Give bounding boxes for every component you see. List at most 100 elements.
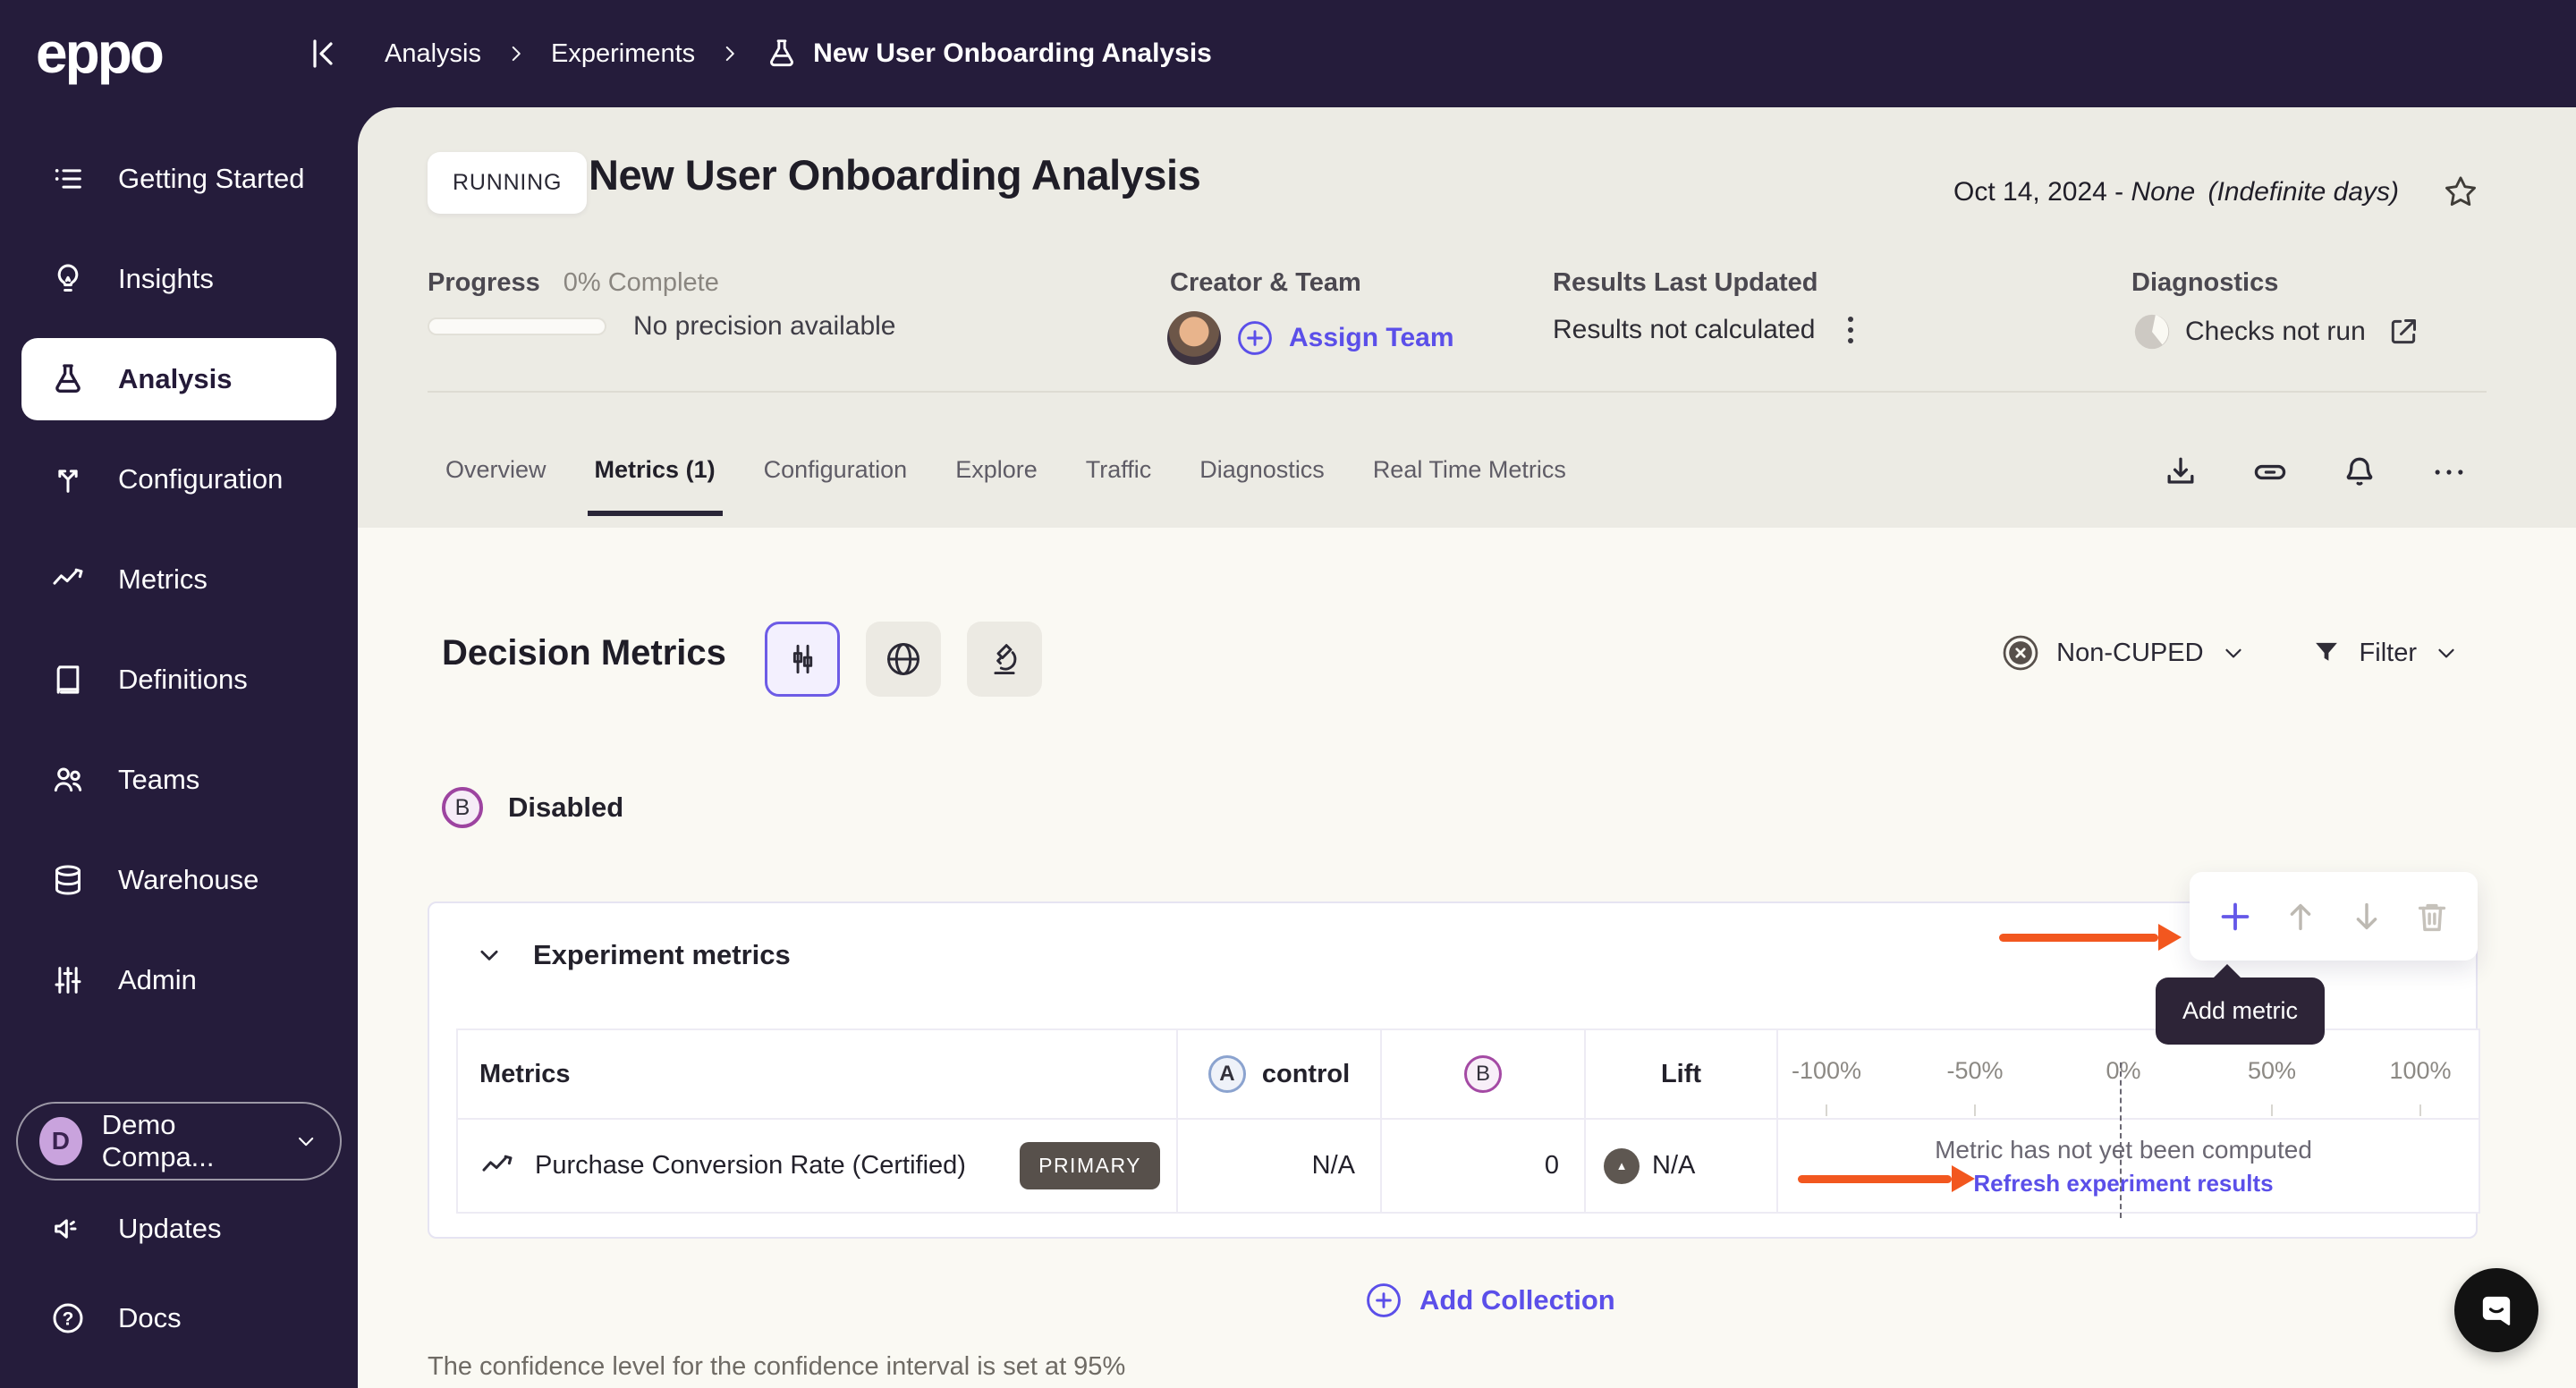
download-icon[interactable]: [2161, 453, 2200, 492]
move-up-button[interactable]: [2280, 896, 2321, 937]
breadcrumb-experiments[interactable]: Experiments: [551, 39, 695, 69]
star-icon[interactable]: [2440, 172, 2481, 213]
microscope-view-button[interactable]: [967, 622, 1042, 697]
axis-tick: [2271, 1104, 2273, 1116]
tab-configuration[interactable]: Configuration: [755, 445, 917, 516]
metric-name-cell[interactable]: Purchase Conversion Rate (Certified) PRI…: [458, 1120, 1178, 1212]
refresh-results-link[interactable]: Refresh experiment results: [1973, 1170, 2273, 1198]
book-icon: [50, 662, 86, 698]
primary-badge: PRIMARY: [1020, 1142, 1160, 1189]
eppo-logo[interactable]: eppo: [36, 20, 162, 86]
sidebar-item-analysis[interactable]: Analysis: [21, 338, 336, 420]
workspace-switcher[interactable]: D Demo Compa...: [16, 1102, 342, 1181]
variant-b-chip[interactable]: B: [442, 787, 483, 828]
cuped-dropdown[interactable]: Non-CUPED: [2001, 633, 2246, 673]
topbar: eppo Analysis Experiments New User Onboa…: [0, 0, 2576, 107]
sidebar-item-configuration[interactable]: Configuration: [21, 438, 336, 520]
tab-real-time-metrics[interactable]: Real Time Metrics: [1364, 445, 1575, 516]
breadcrumb-page-title: New User Onboarding Analysis: [813, 38, 1212, 69]
collection-header[interactable]: Experiment metrics: [476, 939, 791, 971]
tab-bar: Overview Metrics (1) Configuration Explo…: [436, 445, 1575, 516]
tab-traffic[interactable]: Traffic: [1077, 445, 1161, 516]
sidebar-item-label: Insights: [118, 263, 214, 295]
megaphone-icon: [50, 1211, 86, 1247]
filter-label: Filter: [2360, 639, 2417, 668]
tab-overview[interactable]: Overview: [436, 445, 555, 516]
sidebar-item-getting-started[interactable]: Getting Started: [21, 138, 336, 220]
not-computed-message: Metric has not yet been computed: [1935, 1136, 2312, 1164]
move-down-button[interactable]: [2346, 896, 2387, 937]
lift-direction-icon[interactable]: ▲: [1604, 1148, 1640, 1184]
breadcrumb-current: New User Onboarding Analysis: [765, 37, 1212, 71]
tab-metrics[interactable]: Metrics (1): [586, 445, 724, 516]
sidebar: Getting Started Insights Analysis Config…: [0, 107, 358, 1388]
progress-label: Progress0% Complete: [428, 268, 719, 298]
lift-column-header: Lift: [1586, 1030, 1778, 1118]
breadcrumb-analysis[interactable]: Analysis: [385, 39, 481, 69]
sidebar-item-updates[interactable]: Updates: [21, 1188, 336, 1270]
sidebar-item-admin[interactable]: Admin: [21, 939, 336, 1021]
axis-label: 0%: [2106, 1057, 2140, 1085]
kebab-menu-icon[interactable]: [1843, 311, 1859, 349]
interval-view-button[interactable]: [765, 622, 840, 697]
metric-name: Purchase Conversion Rate (Certified): [535, 1151, 966, 1181]
add-collection-button[interactable]: Add Collection: [1364, 1281, 1615, 1320]
database-icon: [50, 862, 86, 898]
tab-actions: [2161, 445, 2469, 499]
precision-note: No precision available: [633, 311, 896, 342]
diagnostics-row: Checks not run: [2131, 311, 2421, 352]
variant-status-label: Disabled: [508, 791, 623, 824]
tab-diagnostics[interactable]: Diagnostics: [1191, 445, 1334, 516]
results-value: Results not calculated: [1553, 315, 1816, 345]
sidebar-item-definitions[interactable]: Definitions: [21, 639, 336, 721]
link-icon[interactable]: [2250, 453, 2290, 492]
results-row: Results not calculated: [1553, 311, 1859, 349]
assign-team-button[interactable]: Assign Team: [1235, 318, 1454, 358]
sidebar-item-label: Warehouse: [118, 864, 258, 896]
delete-button[interactable]: [2411, 896, 2453, 937]
page-title: New User Onboarding Analysis: [589, 150, 1200, 199]
diagnostics-pie-icon: [2131, 311, 2173, 352]
sidebar-collapse-icon[interactable]: [302, 32, 345, 75]
variant-b-column-header: B: [1382, 1030, 1586, 1118]
date-end: None: [2131, 177, 2195, 207]
lightbulb-icon: [50, 261, 86, 297]
bell-icon[interactable]: [2340, 453, 2379, 492]
plus-circle-icon: [1364, 1281, 1403, 1320]
chevron-down-icon: [2433, 639, 2460, 666]
assign-team-label: Assign Team: [1289, 323, 1454, 353]
svg-text:?: ?: [63, 1308, 74, 1329]
add-metric-button[interactable]: [2215, 896, 2256, 937]
sidebar-item-insights[interactable]: Insights: [21, 238, 336, 320]
sidebar-item-label: Updates: [118, 1213, 221, 1245]
tab-explore[interactable]: Explore: [946, 445, 1046, 516]
globe-view-button[interactable]: [866, 622, 941, 697]
lift-value: N/A: [1652, 1151, 1695, 1181]
sidebar-item-metrics[interactable]: Metrics: [21, 538, 336, 621]
status-badge: RUNNING: [428, 152, 587, 214]
axis-label: -100%: [1792, 1057, 1861, 1085]
add-collection-label: Add Collection: [1419, 1284, 1615, 1316]
creator-team-row: Assign Team: [1167, 311, 1454, 365]
variant-status-row: B Disabled: [442, 787, 623, 828]
ellipsis-icon[interactable]: [2429, 453, 2469, 492]
sidebar-item-teams[interactable]: Teams: [21, 739, 336, 821]
external-link-icon[interactable]: [2385, 314, 2421, 350]
chat-launcher-button[interactable]: [2454, 1268, 2538, 1352]
sidebar-item-warehouse[interactable]: Warehouse: [21, 839, 336, 921]
chat-bubble-icon: [2473, 1287, 2520, 1333]
add-metric-tooltip: Add metric: [2156, 978, 2325, 1045]
progress-row: No precision available: [428, 311, 896, 342]
filter-dropdown[interactable]: Filter: [2309, 636, 2460, 670]
workspace-avatar: D: [39, 1117, 82, 1165]
metrics-column-header: Metrics: [458, 1030, 1178, 1118]
chevron-right-icon: [718, 42, 741, 65]
zero-axis-dashed-line: [2120, 1062, 2122, 1218]
diagnostics-value: Checks not run: [2185, 317, 2366, 347]
sidebar-item-docs[interactable]: ? Docs: [21, 1277, 336, 1359]
decision-metrics-heading: Decision Metrics: [442, 633, 726, 673]
metrics-table: Metrics A control B Lift -100% -50% 0% 5…: [456, 1028, 2480, 1214]
flask-icon: [765, 37, 799, 71]
sidebar-item-label: Metrics: [118, 563, 208, 596]
progress-value: 0% Complete: [564, 268, 719, 297]
